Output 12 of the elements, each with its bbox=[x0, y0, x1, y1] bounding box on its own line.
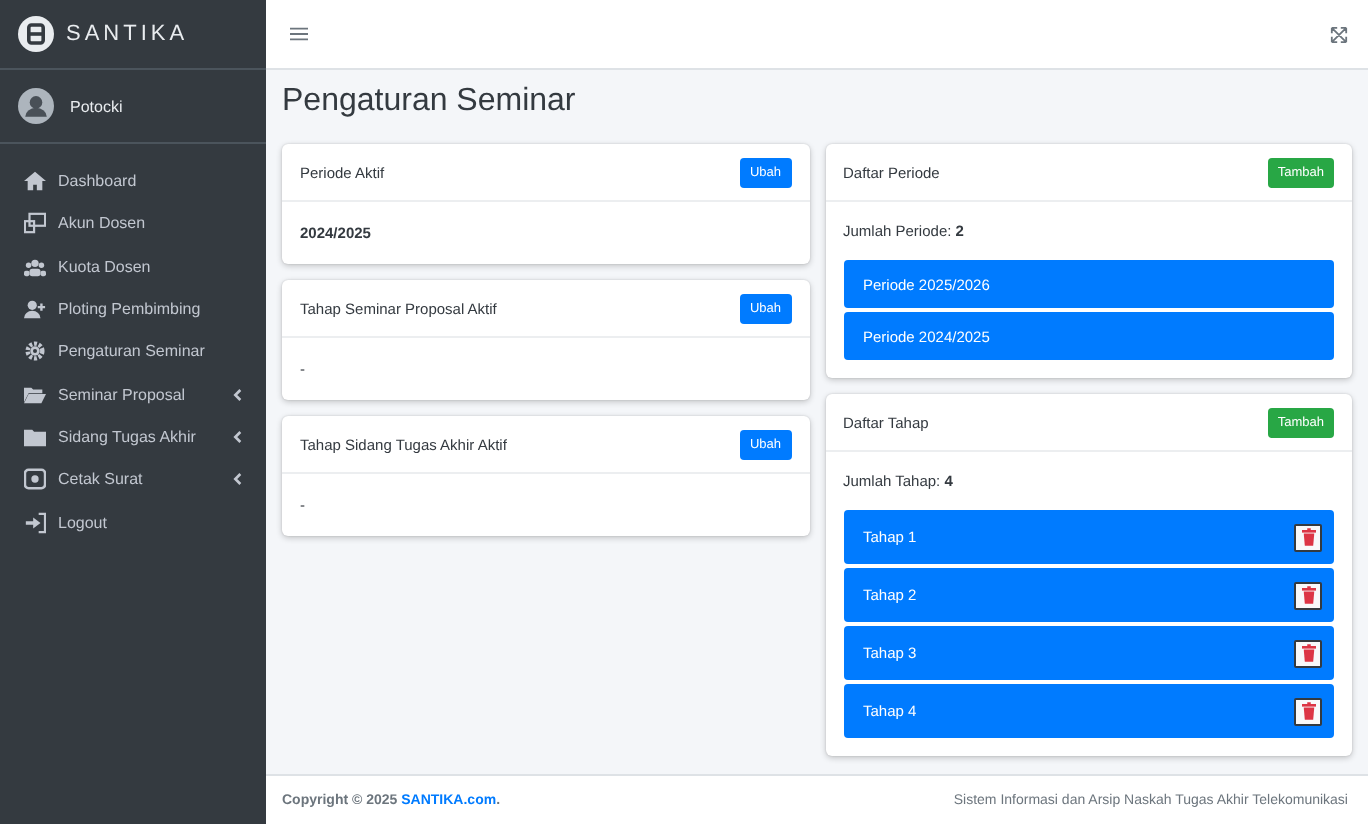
nav-item[interactable]: Dashboard bbox=[12, 160, 254, 203]
nav-item[interactable]: Kuota Dosen bbox=[12, 245, 254, 288]
nav-item[interactable]: Sidang Tugas Akhir bbox=[12, 415, 254, 459]
user-name[interactable]: Potocki bbox=[70, 97, 123, 115]
nav-item[interactable]: Logout bbox=[12, 500, 254, 544]
nav-item[interactable]: Ploting Pembimbing bbox=[12, 287, 254, 331]
nav-item[interactable]: Cetak Surat bbox=[12, 458, 254, 501]
brand-name: SANTIKA bbox=[66, 22, 189, 46]
page-title: Pengaturan Seminar bbox=[282, 84, 578, 120]
nav-item[interactable]: Akun Dosen bbox=[12, 202, 254, 246]
nav-item[interactable]: Pengaturan Seminar bbox=[12, 330, 254, 373]
nav-item[interactable]: Seminar Proposal bbox=[12, 372, 254, 416]
